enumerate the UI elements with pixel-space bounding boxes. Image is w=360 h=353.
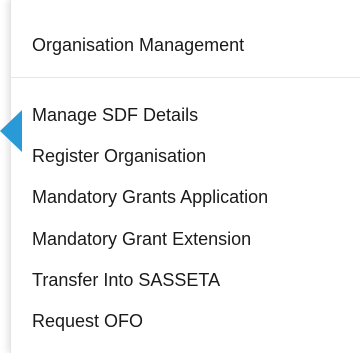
menu-item-mandatory-grants-application[interactable]: Mandatory Grants Application (32, 186, 268, 208)
menu-item-register-organisation[interactable]: Register Organisation (32, 145, 206, 167)
menu-pointer-arrow (0, 110, 22, 152)
menu-item-organisation-management[interactable]: Organisation Management (32, 34, 244, 56)
screen: Organisation Management Manage SDF Detai… (0, 0, 360, 353)
menu-item-transfer-into-sasseta[interactable]: Transfer Into SASSETA (32, 269, 220, 291)
menu-item-mandatory-grant-extension[interactable]: Mandatory Grant Extension (32, 228, 251, 250)
menu-divider (10, 77, 360, 78)
menu-item-manage-sdf-details[interactable]: Manage SDF Details (32, 104, 198, 126)
menu-item-request-ofo[interactable]: Request OFO (32, 310, 143, 332)
